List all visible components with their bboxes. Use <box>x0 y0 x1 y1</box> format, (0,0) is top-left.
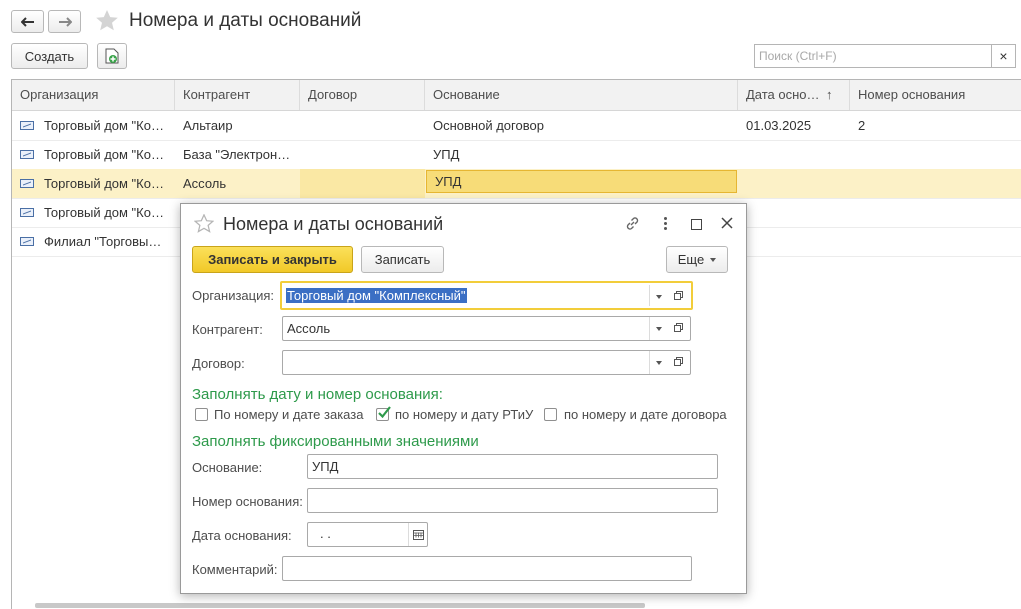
close-icon[interactable] <box>721 217 733 229</box>
contract-field[interactable] <box>282 350 691 375</box>
sort-ascending-icon: ↑ <box>826 87 833 102</box>
chevron-down-icon <box>710 257 717 262</box>
contractor-open-icon[interactable] <box>670 317 690 340</box>
col-contract[interactable]: Договор <box>300 80 425 110</box>
save-button[interactable]: Записать <box>361 246 444 273</box>
cell-organization: Торговый дом "Ко… <box>44 205 164 220</box>
basis-field[interactable]: УПД <box>307 454 718 479</box>
basis-number-label: Номер основания: <box>192 494 303 509</box>
horizontal-scrollbar[interactable] <box>35 603 645 608</box>
by-rtiu-label[interactable]: по номеру и дату РТиУ <box>395 407 533 422</box>
col-basis[interactable]: Основание <box>425 80 738 110</box>
cell-organization: Торговый дом "Ко… <box>44 118 164 133</box>
record-icon <box>20 208 34 217</box>
link-icon[interactable] <box>624 215 641 232</box>
basis-label: Основание: <box>192 460 263 475</box>
basis-date-field[interactable]: . . <box>307 522 428 547</box>
cell-contract <box>300 169 425 198</box>
organization-dropdown-icon[interactable] <box>649 285 669 306</box>
record-icon <box>20 179 34 188</box>
cell-contractor: База "Электрон… <box>183 147 291 162</box>
calendar-icon[interactable] <box>408 523 428 546</box>
save-and-close-button[interactable]: Записать и закрыть <box>192 246 353 273</box>
arrow-right-icon <box>58 16 72 27</box>
basis-number-field[interactable] <box>307 488 718 513</box>
more-actions-icon[interactable] <box>663 216 669 232</box>
basis-date-value: . . <box>320 526 331 541</box>
fixed-values-heading: Заполнять фиксированными значениями <box>192 433 479 450</box>
comment-label: Комментарий: <box>192 562 278 577</box>
by-order-checkbox[interactable] <box>195 408 208 421</box>
col-basis-date-label: Дата осно… <box>746 87 820 102</box>
by-rtiu-checkbox[interactable] <box>376 406 391 421</box>
cell-organization: Торговый дом "Ко… <box>44 176 164 191</box>
organization-value: Торговый дом "Комплексный" <box>286 288 467 303</box>
col-basis-date[interactable]: Дата осно… ↑ <box>738 80 850 110</box>
by-contract-checkbox[interactable] <box>544 408 557 421</box>
add-document-button[interactable] <box>97 43 127 69</box>
fill-date-number-heading: Заполнять дату и номер основания: <box>192 386 443 403</box>
search-input[interactable]: Поиск (Ctrl+F) <box>754 44 992 68</box>
by-order-label[interactable]: По номеру и дате заказа <box>214 407 363 422</box>
by-contract-label[interactable]: по номеру и дате договора <box>564 407 727 422</box>
forward-button[interactable] <box>48 10 81 33</box>
organization-field[interactable]: Торговый дом "Комплексный" <box>280 281 693 310</box>
contractor-value: Ассоль <box>287 321 331 336</box>
basis-dialog: Номера и даты оснований Записать и закры… <box>180 203 747 594</box>
comment-field[interactable] <box>282 556 692 581</box>
search-clear-button[interactable]: × <box>991 44 1016 68</box>
basis-value: УПД <box>312 459 339 474</box>
table-header: Организация Контрагент Договор Основание… <box>12 80 1021 111</box>
contractor-field[interactable]: Ассоль <box>282 316 691 341</box>
cell-basis-date: 01.03.2025 <box>746 118 812 133</box>
maximize-icon[interactable] <box>691 219 702 230</box>
record-icon <box>20 237 34 246</box>
create-button[interactable]: Создать <box>11 43 88 69</box>
contract-dropdown-icon[interactable] <box>649 351 669 374</box>
contract-open-icon[interactable] <box>670 351 690 374</box>
page-title: Номера и даты оснований <box>129 10 362 31</box>
basis-date-label: Дата основания: <box>192 528 292 543</box>
add-document-icon <box>105 48 119 64</box>
cell-basis: Основной договор <box>433 118 544 133</box>
cell-basis-number: 2 <box>858 118 866 133</box>
cell-organization: Филиал "Торговы… <box>44 234 162 249</box>
cell-basis: УПД <box>433 147 460 162</box>
record-icon <box>20 150 34 159</box>
dialog-title: Номера и даты оснований <box>223 214 444 234</box>
organization-label: Организация: <box>192 288 275 303</box>
star-icon[interactable] <box>194 214 214 233</box>
arrow-left-icon <box>20 16 34 27</box>
table-row-selected[interactable]: Торговый дом "Ко… Ассоль УПД <box>12 169 1021 199</box>
star-icon[interactable] <box>95 9 119 32</box>
cell-basis-focused[interactable]: УПД <box>426 170 737 193</box>
search-placeholder: Поиск (Ctrl+F) <box>759 49 837 63</box>
col-basis-number[interactable]: Номер основания <box>850 80 1021 110</box>
record-icon <box>20 121 34 130</box>
contract-label: Договор: <box>192 356 245 371</box>
table-row[interactable]: Торговый дом "Ко… Альтаир Основной догов… <box>12 111 1021 141</box>
table-row[interactable]: Торговый дом "Ко… База "Электрон… УПД <box>12 140 1021 170</box>
organization-open-icon[interactable] <box>670 285 690 306</box>
cell-organization: Торговый дом "Ко… <box>44 147 164 162</box>
more-button-label: Еще <box>677 252 705 267</box>
back-button[interactable] <box>11 10 44 33</box>
more-button[interactable]: Еще <box>666 246 728 273</box>
checkmark-icon <box>378 406 391 419</box>
cell-contractor: Ассоль <box>183 176 227 191</box>
col-organization[interactable]: Организация <box>12 80 175 110</box>
contractor-label: Контрагент: <box>192 322 263 337</box>
contractor-dropdown-icon[interactable] <box>649 317 669 340</box>
col-contractor[interactable]: Контрагент <box>175 80 300 110</box>
cell-contractor: Альтаир <box>183 118 233 133</box>
